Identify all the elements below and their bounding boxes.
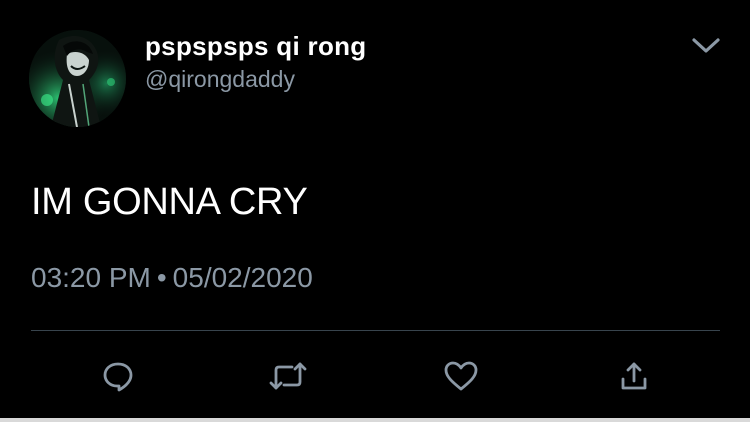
meta-separator: • [156, 262, 167, 293]
retweet-button[interactable] [268, 358, 308, 394]
tweet-date: 05/02/2020 [172, 262, 313, 293]
retweet-arrows-icon [268, 358, 308, 394]
tweet-text: IM GONNA CRY [31, 181, 308, 223]
avatar[interactable] [29, 30, 126, 127]
chevron-down-icon[interactable] [690, 34, 722, 56]
avatar-illustration [29, 30, 126, 127]
like-button[interactable] [441, 358, 481, 394]
heart-icon [443, 359, 479, 393]
share-button[interactable] [614, 358, 654, 394]
reply-button[interactable] [98, 358, 138, 394]
bottom-edge [0, 418, 750, 422]
divider [31, 330, 720, 331]
tweet-timestamp[interactable]: 03:20 PM • 05/02/2020 [31, 262, 313, 294]
share-upload-icon [616, 358, 652, 394]
tweet-card: pspspsps qi rong @qirongdaddy IM GONNA C… [0, 0, 750, 422]
display-name[interactable]: pspspsps qi rong [145, 31, 366, 62]
reply-bubble-icon [100, 358, 136, 394]
user-handle[interactable]: @qirongdaddy [145, 66, 295, 93]
tweet-time: 03:20 PM [31, 262, 151, 293]
